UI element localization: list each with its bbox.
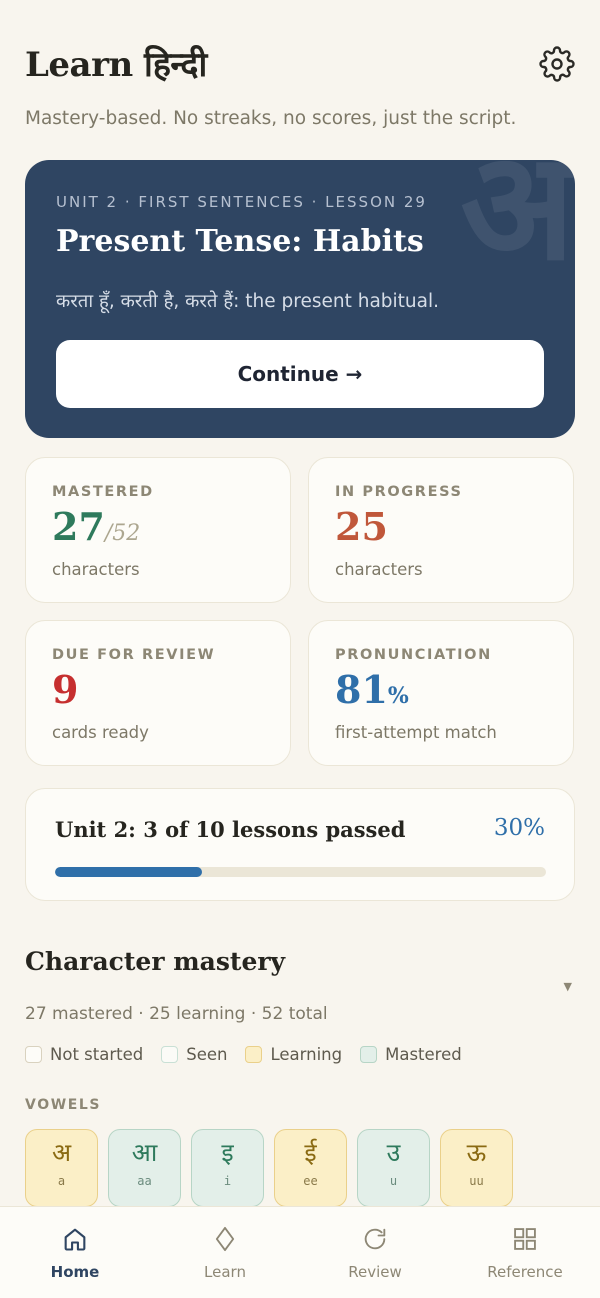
legend-item: Mastered <box>360 1045 462 1064</box>
legend-item: Seen <box>161 1045 227 1064</box>
tile-character: आ <box>131 1138 158 1167</box>
unit-progress-card: Unit 2: 3 of 10 lessons passed 30% <box>25 788 575 901</box>
pronunciation-score: 81% <box>335 667 409 712</box>
progress-bar-track <box>55 867 546 877</box>
lesson-eyebrow: UNIT 2 · FIRST SENTENCES · LESSON 29 <box>56 193 427 211</box>
tile-romanization: uu <box>469 1174 484 1188</box>
mastery-summary: 27 mastered · 25 learning · 52 total <box>25 1004 328 1024</box>
tile-romanization: i <box>223 1174 232 1188</box>
tile-romanization: a <box>57 1174 66 1188</box>
mastered-total: /52 <box>104 521 141 546</box>
grid-icon <box>514 1228 536 1250</box>
due-count: 9 <box>52 667 79 712</box>
tile-character: ऊ <box>466 1138 487 1167</box>
stat-card-due-review[interactable]: DUE FOR REVIEW 9 cards ready <box>25 620 291 766</box>
tab-label: Home <box>50 1263 100 1281</box>
stat-label: MASTERED <box>52 484 154 500</box>
tile-romanization: aa <box>137 1174 152 1188</box>
stat-card-pronunciation: PRONUNCIATION 81% first-attempt match <box>308 620 574 766</box>
page-title: Learn हिन्दी <box>25 45 207 85</box>
unit-progress-percent: 30% <box>493 815 545 841</box>
watermark-glyph: अ <box>460 160 575 294</box>
tile-character: अ <box>51 1138 72 1167</box>
continue-button[interactable]: Continue → <box>56 340 544 408</box>
vowel-tile[interactable]: ऊ uu <box>440 1129 513 1207</box>
page-subtitle: Mastery-based. No streaks, no scores, ju… <box>25 108 517 129</box>
stat-card-mastered: MASTERED 27/52 characters <box>25 457 291 603</box>
legend-swatch <box>245 1046 263 1063</box>
current-lesson-card: अ UNIT 2 · FIRST SENTENCES · LESSON 29 P… <box>25 160 575 438</box>
tab-home[interactable]: Home <box>0 1207 150 1298</box>
legend-swatch <box>161 1046 179 1063</box>
tab-label: Learn <box>204 1263 246 1281</box>
vowel-tile[interactable]: इi <box>191 1129 264 1207</box>
legend-swatch <box>25 1046 42 1063</box>
bottom-tab-bar: Home Learn Review Reference <box>0 1206 600 1298</box>
lesson-title: Present Tense: Habits <box>56 224 424 259</box>
refresh-icon <box>364 1228 386 1250</box>
tile-romanization: ee <box>303 1174 318 1188</box>
section-title-character-mastery: Character mastery <box>25 947 286 976</box>
vowel-tile[interactable]: उu <box>357 1129 430 1207</box>
stat-label: PRONUNCIATION <box>335 647 492 663</box>
mastery-legend: Not started Seen Learning Mastered <box>25 1045 462 1064</box>
mastered-count: 27 <box>52 504 105 549</box>
tile-romanization: u <box>389 1174 398 1188</box>
tile-character: ई <box>304 1138 317 1167</box>
vowel-tile[interactable]: आ aa <box>108 1129 181 1207</box>
diamond-icon <box>215 1226 235 1252</box>
legend-label: Seen <box>186 1045 228 1064</box>
legend-label: Not started <box>50 1045 144 1064</box>
progress-bar-fill <box>55 867 203 877</box>
stat-value: 27/52 <box>52 504 140 549</box>
collapse-caret-icon[interactable]: ▼ <box>564 980 572 993</box>
stat-label: IN PROGRESS <box>335 484 463 500</box>
in-progress-count: 25 <box>335 504 388 549</box>
legend-swatch <box>360 1046 378 1063</box>
vowel-tile[interactable]: अa <box>25 1129 98 1207</box>
gear-icon[interactable] <box>539 46 575 82</box>
legend-item: Not started <box>25 1045 143 1064</box>
legend-label: Mastered <box>385 1045 462 1064</box>
percent-sign: % <box>387 683 409 709</box>
legend-label: Learning <box>270 1045 343 1064</box>
stat-caption: cards ready <box>52 723 149 742</box>
tab-label: Reference <box>487 1263 563 1281</box>
tile-character: उ <box>386 1138 401 1167</box>
stat-caption: first-attempt match <box>335 723 497 742</box>
stat-caption: characters <box>52 560 140 579</box>
unit-progress-title: Unit 2: 3 of 10 lessons passed <box>55 817 406 842</box>
stat-card-in-progress: IN PROGRESS 25 characters <box>308 457 574 603</box>
tab-label: Review <box>348 1263 402 1281</box>
pronunciation-value: 81 <box>335 667 388 712</box>
tab-review[interactable]: Review <box>300 1207 450 1298</box>
lesson-description: करता हूँ, करती है, करते हैं: the present… <box>56 291 440 312</box>
stat-caption: characters <box>335 560 423 579</box>
vowel-tiles: अ a आ aa इ i ई ee उ u ऊ uu <box>25 1129 513 1207</box>
home-icon <box>64 1228 86 1251</box>
header: Learn हिन्दी <box>25 40 575 90</box>
vowel-tile[interactable]: ई ee <box>274 1129 347 1207</box>
tab-reference[interactable]: Reference <box>450 1207 600 1298</box>
legend-item: Learning <box>245 1045 342 1064</box>
group-label-vowels: VOWELS <box>25 1097 102 1113</box>
stat-label: DUE FOR REVIEW <box>52 647 216 663</box>
tile-character: इ <box>221 1138 234 1167</box>
tab-learn[interactable]: Learn <box>150 1207 300 1298</box>
